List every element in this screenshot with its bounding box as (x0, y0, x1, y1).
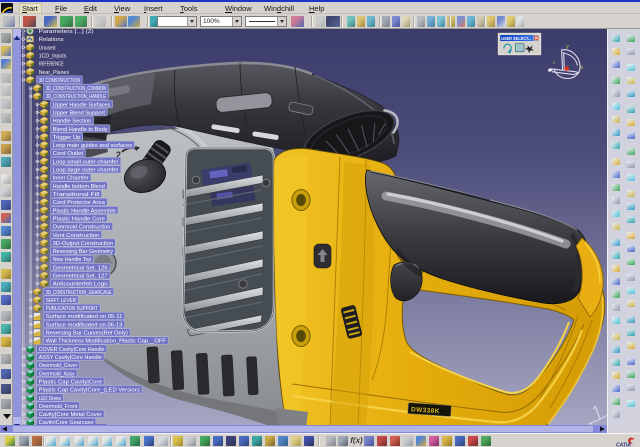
svg-text:Cavity|Core Metal Cover: Cavity|Core Metal Cover (39, 412, 102, 418)
svg-text:Relations: Relations (39, 37, 64, 43)
svg-text:Trigger Up: Trigger Up (53, 135, 81, 141)
svg-text:Loop main guides and surfaces: Loop main guides and surfaces (53, 143, 133, 149)
svg-text:Plastic Cap Cavity|Core_(LED V: Plastic Cap Cavity|Core_(LED Version) (39, 388, 140, 394)
svg-text:COVER Cavity|Core Handle: COVER Cavity|Core Handle (39, 347, 105, 353)
svg-text:CATIA: CATIA (616, 443, 631, 447)
svg-text:3D CONSTRUCTION: 3D CONSTRUCTION (39, 78, 80, 84)
svg-text:Blend Handle to Body: Blend Handle to Body (53, 127, 108, 133)
svg-text:Upper Handle Surfaces: Upper Handle Surfaces (53, 102, 111, 108)
svg-text:Reversing Bar Geometry: Reversing Bar Geometry (53, 249, 114, 255)
svg-text:Plastic Handle Assemble: Plastic Handle Assemble (53, 208, 116, 214)
svg-text:Reversing Bar Curves(Ref Only): Reversing Bar Curves(Ref Only) (46, 331, 128, 337)
svg-text:New Handle Top: New Handle Top (53, 257, 92, 263)
svg-text:Overmold_Front: Overmold_Front (39, 404, 78, 410)
svg-text:Handle Section: Handle Section (53, 119, 92, 125)
svg-text:Overmold Construction: Overmold Construction (53, 225, 111, 231)
svg-text:Cord Protector Area: Cord Protector Area (53, 200, 106, 206)
svg-text:Unused: Unused (39, 45, 56, 51)
svg-text:Loop small outer chamfer: Loop small outer chamfer (53, 159, 119, 165)
svg-text:y: y (566, 44, 569, 50)
svg-text:Overmold_Cover: Overmold_Cover (39, 363, 78, 369)
svg-text:Wall Thickness Modification_Pl: Wall Thickness Modification_Plastic Cap_… (46, 339, 167, 345)
svg-text:3D_CONSTRUCTION_GEARCASE: 3D_CONSTRUCTION_GEARCASE (46, 290, 112, 296)
svg-text:USER SELECT...: USER SELECT... (501, 36, 531, 41)
svg-text:Near_Planes: Near_Planes (39, 70, 70, 76)
svg-text:Geometrical Set. 126: Geometrical Set. 126 (53, 265, 108, 271)
svg-text:Cord Outlet: Cord Outlet (53, 151, 84, 157)
svg-text:Upper Blend Support: Upper Blend Support (53, 111, 106, 117)
svg-text:Overmold_Assy: Overmold_Assy (39, 371, 75, 377)
svg-text:Plastic Handle Core: Plastic Handle Core (53, 217, 105, 223)
svg-text:3D-Output Construction: 3D-Output Construction (53, 241, 113, 247)
svg-text:ASSY Cavity|Core Handle: ASSY Cavity|Core Handle (39, 355, 102, 361)
svg-text:PUBLICATION SUPPORT: PUBLICATION SUPPORT (46, 306, 99, 312)
svg-text:SHIFT LEVER: SHIFT LEVER (46, 298, 76, 304)
svg-text:x: x (581, 65, 584, 71)
svg-text:Loop large outer chamfer: Loop large outer chamfer (53, 168, 119, 174)
svg-text:3D_CONSTRUCTION_HANDLE: 3D_CONSTRUCTION_HANDLE (46, 94, 107, 100)
svg-text:REFERENCE: REFERENCE (39, 62, 64, 68)
svg-text:Parameters [...] (2): Parameters [...] (2) (39, 29, 94, 35)
svg-text:Surface modificated on 06-13: Surface modificated on 06-13 (46, 322, 123, 328)
svg-text:Plastic Cap Cavity|Core: Plastic Cap Cavity|Core (39, 379, 102, 385)
svg-text:Anticounterfeit Logo: Anticounterfeit Logo (53, 282, 108, 288)
svg-text:Surface modificated on 05-11: Surface modificated on 05-11 (46, 314, 123, 320)
svg-text:LED Dome: LED Dome (39, 396, 61, 402)
svg-text:Inner Chamfer: Inner Chamfer (53, 176, 89, 182)
svg-text:3D_CONSTRUCTION_COMMON: 3D_CONSTRUCTION_COMMON (46, 86, 106, 92)
svg-text:1CD_Inputs: 1CD_Inputs (39, 54, 67, 60)
svg-text:Geometrical Set. 127: Geometrical Set. 127 (53, 274, 108, 280)
svg-text:Vent Construction: Vent Construction (53, 233, 100, 239)
svg-text:Transitional Fill: Transitional Fill (53, 192, 100, 198)
svg-text:Handle bottom Blend: Handle bottom Blend (53, 184, 105, 190)
